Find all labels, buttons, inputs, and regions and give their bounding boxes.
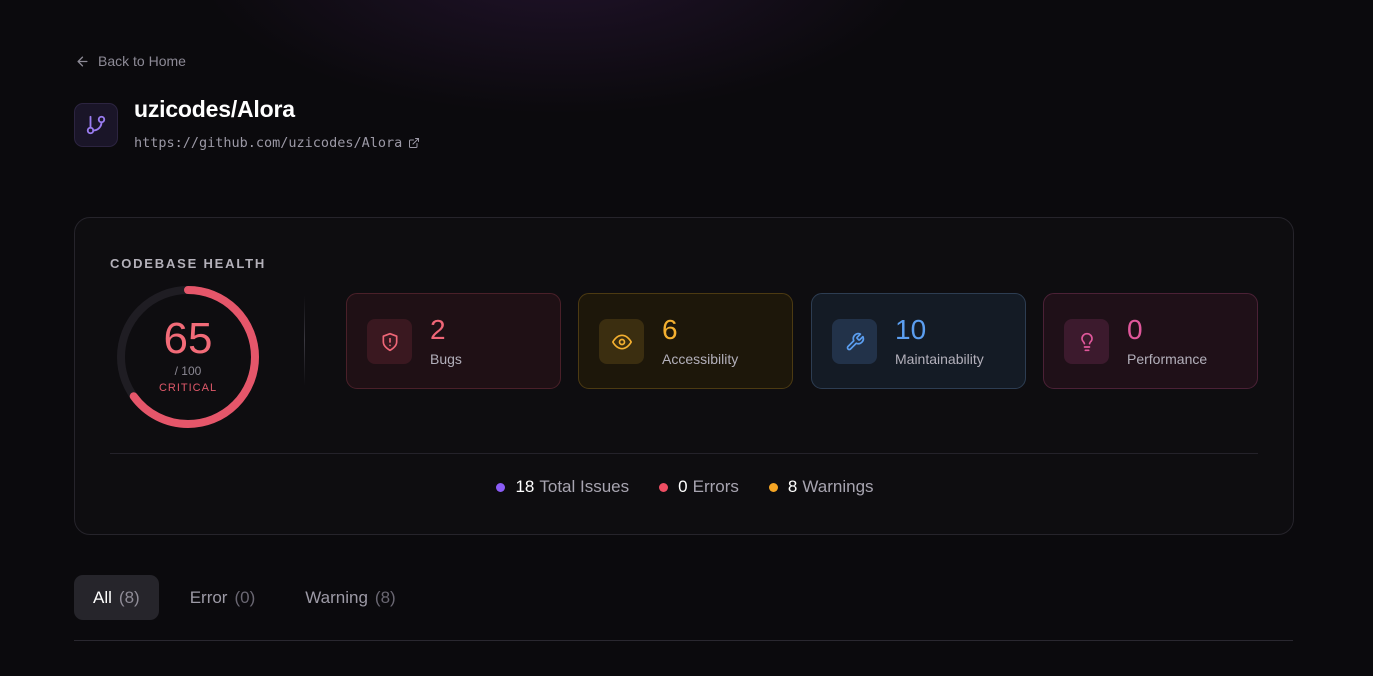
- divider: [110, 453, 1258, 454]
- metric-value: 2: [430, 314, 446, 345]
- summary-total-issues: 18 Total Issues: [496, 477, 629, 497]
- git-branch-icon: [74, 103, 118, 147]
- metric-label: Accessibility: [662, 351, 739, 367]
- metric-card-performance[interactable]: 0 Performance: [1043, 293, 1258, 389]
- status-dot: [768, 482, 778, 492]
- tab-all[interactable]: All (8): [74, 575, 159, 620]
- metric-label: Maintainability: [895, 351, 984, 367]
- lightbulb-icon: [1064, 319, 1109, 364]
- status-dot: [659, 482, 669, 492]
- health-heading: CODEBASE HEALTH: [110, 256, 267, 271]
- summary-label: Errors: [692, 477, 739, 496]
- metric-card-accessibility[interactable]: 6 Accessibility: [578, 293, 793, 389]
- health-gauge: 65 / 100 CRITICAL: [113, 282, 263, 432]
- summary-value: 18: [515, 477, 535, 496]
- tab-count: (8): [118, 587, 140, 607]
- divider: [304, 296, 305, 386]
- back-to-home-link[interactable]: Back to Home: [75, 53, 186, 69]
- health-score: 65: [163, 314, 213, 363]
- health-status: CRITICAL: [158, 382, 218, 394]
- tab-label: Warning: [305, 587, 368, 607]
- metric-label: Performance: [1127, 351, 1208, 367]
- health-max: / 100: [174, 364, 202, 378]
- tab-count: (0): [234, 587, 256, 607]
- codebase-health-card: CODEBASE HEALTH 65 / 100 CRITICAL 2 Bugs…: [74, 217, 1294, 535]
- repo-url-text: https://github.com/uzicodes/Alora: [134, 135, 403, 151]
- tab-count: (8): [374, 587, 396, 607]
- issue-filter-tabs: All (8) Error (0) Warning (8): [74, 575, 427, 620]
- metric-value: 10: [895, 314, 927, 345]
- tab-error[interactable]: Error (0): [171, 575, 275, 620]
- metric-label: Bugs: [430, 351, 462, 367]
- status-dot: [496, 482, 506, 492]
- metric-value: 0: [1127, 314, 1143, 345]
- repo-title: uzicodes/Alora: [134, 96, 295, 122]
- wrench-icon: [832, 319, 877, 364]
- summary-label: Total Issues: [539, 477, 630, 496]
- shield-alert-icon: [367, 319, 412, 364]
- summary-value: 8: [787, 477, 798, 496]
- tab-label: All: [93, 587, 112, 607]
- back-link-label: Back to Home: [98, 53, 186, 69]
- summary-label: Warnings: [802, 477, 874, 496]
- tabs-divider: [74, 640, 1293, 641]
- external-link-icon: [409, 138, 420, 148]
- tab-label: Error: [189, 587, 228, 607]
- metric-card-bugs[interactable]: 2 Bugs: [346, 293, 561, 389]
- arrow-left-icon: [77, 56, 88, 66]
- issue-summary: 18 Total Issues 0 Errors 8 Warnings: [75, 477, 1295, 497]
- metric-card-maintainability[interactable]: 10 Maintainability: [811, 293, 1026, 389]
- summary-warnings: 8 Warnings: [768, 477, 874, 497]
- repo-url-link[interactable]: https://github.com/uzicodes/Alora: [134, 135, 420, 151]
- tab-warning[interactable]: Warning (8): [286, 575, 414, 620]
- summary-value: 0: [678, 477, 688, 496]
- metric-value: 6: [662, 314, 678, 345]
- summary-errors: 0 Errors: [659, 477, 739, 497]
- eye-icon: [599, 319, 644, 364]
